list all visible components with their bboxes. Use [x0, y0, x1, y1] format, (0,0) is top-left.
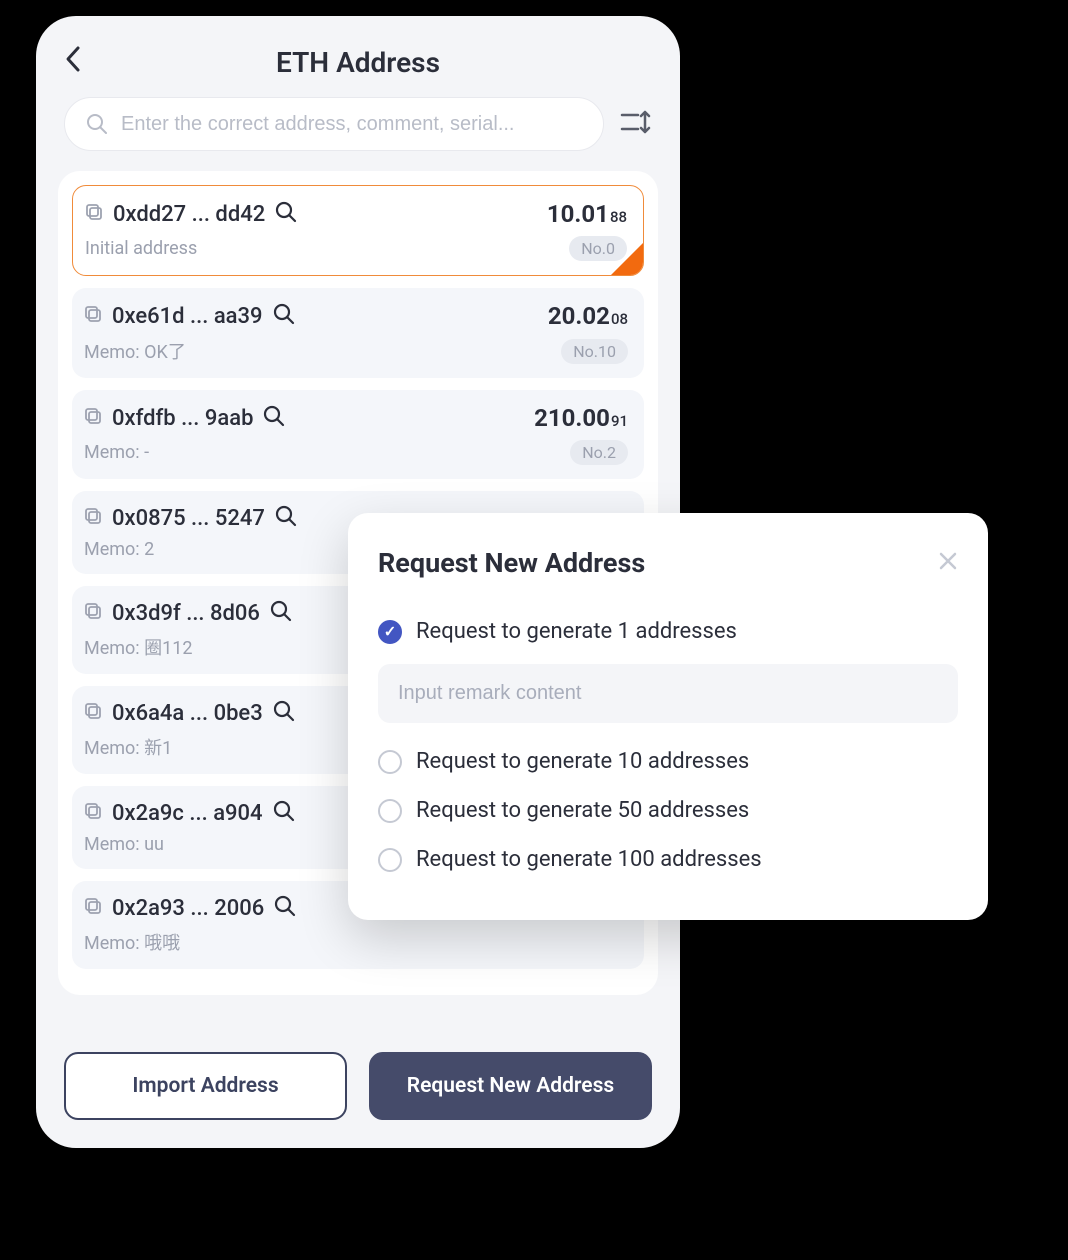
chevron-left-icon [64, 45, 82, 73]
address-row-sub: Memo: - No.2 [84, 440, 628, 465]
radio-icon[interactable] [378, 750, 402, 774]
bottom-bar: Import Address Request New Address [64, 1052, 652, 1120]
search-row [36, 97, 680, 151]
search-icon [85, 112, 109, 136]
generate-option[interactable]: Request to generate 1 addresses [378, 607, 958, 656]
memo-text: Memo: 哦哦 [84, 929, 180, 955]
generate-option[interactable]: Request to generate 100 addresses [378, 835, 958, 884]
memo-text: Memo: 2 [84, 539, 154, 560]
copy-icon[interactable] [84, 305, 102, 327]
search-input[interactable] [121, 113, 583, 136]
address-row-sub: Memo: OK了 No.10 [84, 338, 628, 364]
balance-value: 10.0188 [547, 200, 627, 228]
sort-button[interactable] [620, 108, 652, 140]
lookup-icon[interactable] [263, 405, 285, 431]
lookup-icon[interactable] [275, 505, 297, 531]
page-title: ETH Address [64, 46, 652, 79]
lookup-icon[interactable] [270, 600, 292, 626]
address-text: 0xe61d ... aa39 [112, 304, 263, 329]
modal-title: Request New Address [378, 547, 938, 579]
copy-icon[interactable] [84, 702, 102, 724]
radio-checked-icon[interactable] [378, 620, 402, 644]
lookup-icon[interactable] [273, 800, 295, 826]
copy-icon[interactable] [85, 203, 103, 225]
copy-icon[interactable] [84, 507, 102, 529]
address-text: 0xfdfb ... 9aab [112, 406, 253, 431]
address-card[interactable]: 0xfdfb ... 9aab 210.0091 Memo: - No.2 [72, 390, 644, 479]
address-text: 0x2a93 ... 2006 [112, 896, 264, 921]
lookup-icon[interactable] [274, 895, 296, 921]
memo-text: Memo: - [84, 442, 149, 463]
modal-header: Request New Address [378, 547, 958, 579]
memo-text: Memo: 圈112 [84, 634, 192, 660]
memo-text: Memo: OK了 [84, 338, 186, 364]
memo-text: Memo: uu [84, 834, 164, 855]
address-row-sub: Initial address No.0 [85, 236, 627, 261]
generate-option[interactable]: Request to generate 50 addresses [378, 786, 958, 835]
copy-icon[interactable] [84, 602, 102, 624]
address-row-sub: Memo: 哦哦 [84, 929, 628, 955]
back-button[interactable] [64, 45, 82, 81]
lookup-icon[interactable] [273, 303, 295, 329]
address-row-main: 0xe61d ... aa39 20.0208 [84, 302, 628, 330]
address-row-main: 0xdd27 ... dd42 10.0188 [85, 200, 627, 228]
index-badge: No.2 [570, 440, 628, 465]
index-badge: No.0 [569, 236, 627, 261]
lookup-icon[interactable] [275, 201, 297, 227]
address-row-main: 0xfdfb ... 9aab 210.0091 [84, 404, 628, 432]
option-label: Request to generate 100 addresses [416, 847, 762, 872]
header: ETH Address [36, 16, 680, 97]
modal-options: Request to generate 1 addresses Request t… [378, 607, 958, 884]
option-label: Request to generate 10 addresses [416, 749, 749, 774]
copy-icon[interactable] [84, 802, 102, 824]
copy-icon[interactable] [84, 897, 102, 919]
copy-icon[interactable] [84, 407, 102, 429]
address-text: 0x0875 ... 5247 [112, 506, 265, 531]
modal-close-button[interactable] [938, 549, 958, 577]
search-box[interactable] [64, 97, 604, 151]
address-card[interactable]: 0xe61d ... aa39 20.0208 Memo: OK了 No.10 [72, 288, 644, 378]
memo-text: Initial address [85, 238, 197, 259]
request-new-address-modal: Request New Address Request to generate … [348, 513, 988, 920]
memo-text: Memo: 新1 [84, 734, 172, 760]
address-text: 0x3d9f ... 8d06 [112, 601, 260, 626]
sort-icon [620, 108, 652, 136]
close-icon [938, 551, 958, 571]
option-label: Request to generate 1 addresses [416, 619, 737, 644]
request-new-address-button[interactable]: Request New Address [369, 1052, 652, 1120]
import-address-button[interactable]: Import Address [64, 1052, 347, 1120]
address-text: 0xdd27 ... dd42 [113, 202, 265, 227]
address-text: 0x2a9c ... a904 [112, 801, 263, 826]
radio-icon[interactable] [378, 848, 402, 872]
address-text: 0x6a4a ... 0be3 [112, 701, 263, 726]
radio-icon[interactable] [378, 799, 402, 823]
balance-value: 20.0208 [548, 302, 628, 330]
remark-input[interactable] [378, 664, 958, 723]
lookup-icon[interactable] [273, 700, 295, 726]
index-badge: No.10 [561, 339, 628, 364]
generate-option[interactable]: Request to generate 10 addresses [378, 737, 958, 786]
balance-value: 210.0091 [534, 404, 628, 432]
option-label: Request to generate 50 addresses [416, 798, 749, 823]
address-card[interactable]: 0xdd27 ... dd42 10.0188 Initial address No.… [72, 185, 644, 276]
